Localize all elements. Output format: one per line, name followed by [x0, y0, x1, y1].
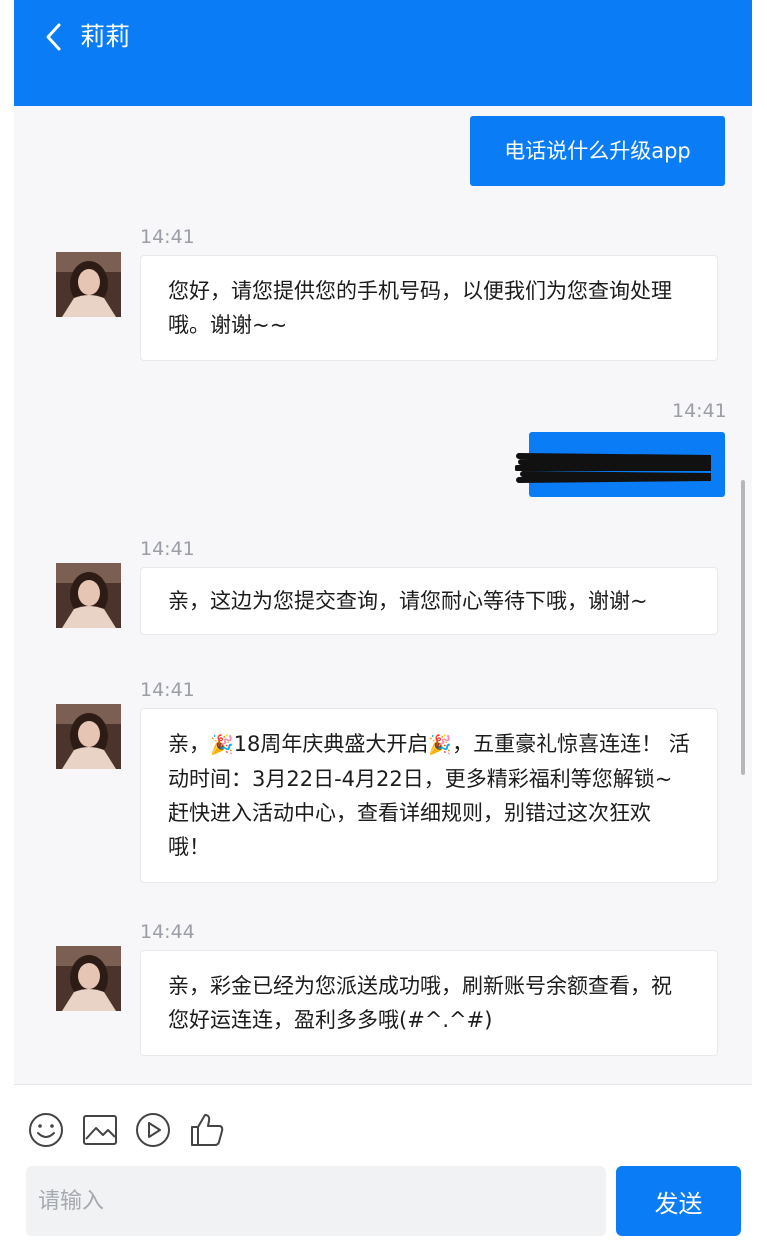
chat-header: 莉莉: [14, 0, 752, 106]
video-icon[interactable]: [135, 1112, 171, 1148]
message-list[interactable]: 电话说什么升级app 14:41 您好，请您提供您的手机号码，以便我们为您查询处…: [14, 106, 752, 1084]
incoming-message[interactable]: 亲，彩金已经为您派送成功哦，刷新账号余额查看，祝您好运连连，盈利多多哦(#^.^…: [140, 950, 718, 1056]
outgoing-message[interactable]: 电话说什么升级app: [470, 116, 725, 186]
incoming-message[interactable]: 亲，🎉18周年庆典盛大开启🎉，五重豪礼惊喜连连！ 活动时间：3月22日-4月22…: [140, 708, 718, 883]
message-timestamp: 14:44: [140, 921, 195, 943]
message-text: 亲，彩金已经为您派送成功哦，刷新账号余额查看，祝您好运连连，盈利多多哦(#^.^…: [168, 974, 672, 1032]
chat-scrollbar[interactable]: [741, 480, 745, 775]
incoming-message[interactable]: 您好，请您提供您的手机号码，以便我们为您查询处理哦。谢谢~~: [140, 255, 718, 361]
emoji-icon[interactable]: [28, 1112, 64, 1148]
message-text: 电话说什么升级app: [504, 139, 691, 163]
outgoing-message-redacted[interactable]: [515, 432, 725, 497]
thumbs-up-icon[interactable]: [188, 1111, 226, 1149]
back-button[interactable]: [38, 20, 68, 54]
message-timestamp: 14:41: [672, 400, 727, 422]
chevron-left-icon: [46, 23, 61, 51]
party-popper-icon: 🎉: [210, 734, 234, 756]
message-timestamp: 14:41: [140, 679, 195, 701]
agent-avatar: [56, 946, 121, 1011]
redaction-scribble: [515, 453, 711, 483]
agent-avatar: [56, 252, 121, 317]
party-popper-icon: 🎉: [428, 734, 453, 756]
send-button[interactable]: 发送: [616, 1166, 741, 1236]
image-icon[interactable]: [82, 1113, 118, 1147]
message-timestamp: 14:41: [140, 538, 195, 560]
message-input[interactable]: [26, 1166, 606, 1236]
message-text: 亲，这边为您提交查询，请您耐心等待下哦，谢谢~: [168, 589, 648, 613]
message-timestamp: 14:41: [140, 226, 195, 248]
agent-avatar: [56, 563, 121, 628]
agent-avatar: [56, 704, 121, 769]
contact-name: 莉莉: [80, 22, 131, 51]
message-text-part: 18周年庆典盛大开启: [233, 732, 429, 756]
message-text-part: 亲，: [168, 732, 210, 756]
message-text: 您好，请您提供您的手机号码，以便我们为您查询处理哦。谢谢~~: [168, 279, 672, 337]
incoming-message[interactable]: 亲，这边为您提交查询，请您耐心等待下哦，谢谢~: [140, 567, 718, 635]
